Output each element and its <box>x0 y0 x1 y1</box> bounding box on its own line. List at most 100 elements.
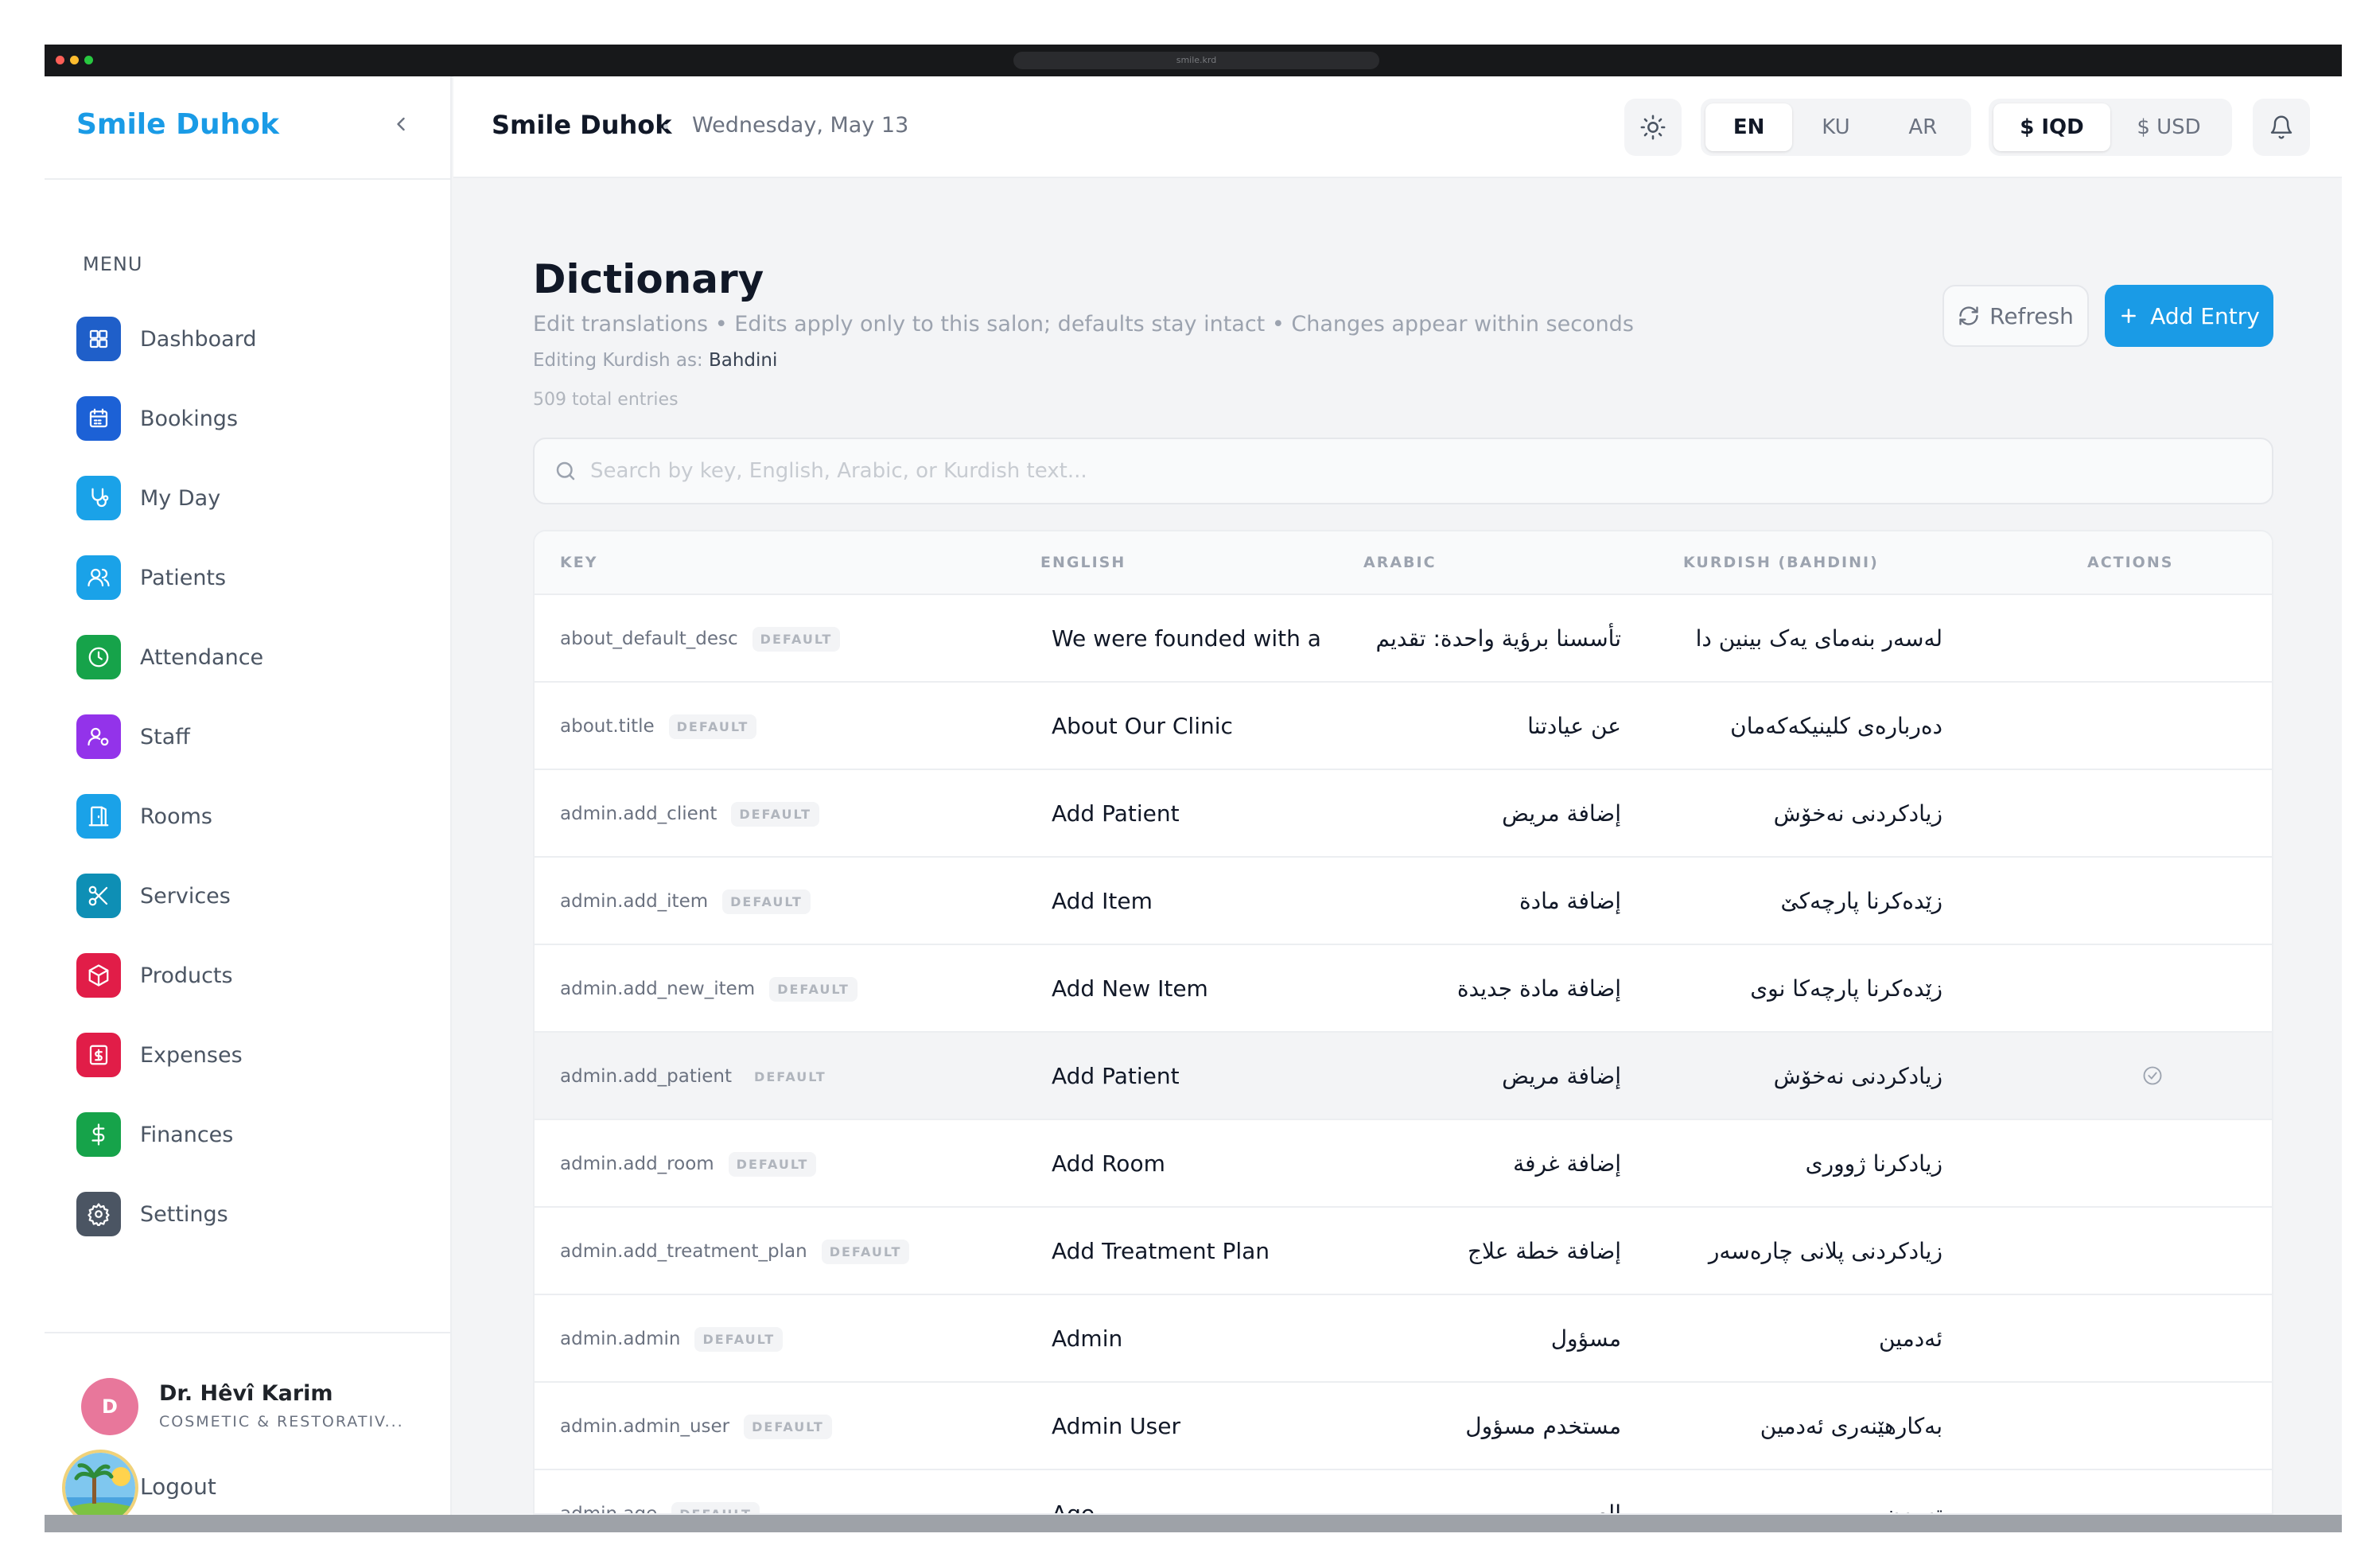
editing-dialect-info: Editing Kurdish as: Bahdini <box>533 350 777 371</box>
table-row[interactable]: admin.add_treatment_plan DEFAULT Add Treat… <box>535 1208 2272 1295</box>
collapse-sidebar-button[interactable] <box>382 105 420 143</box>
grid-icon <box>76 317 121 361</box>
sidebar-item-dashboard[interactable]: Dashboard <box>76 299 426 379</box>
url-bar[interactable]: smile.krd <box>1013 52 1379 69</box>
arabic-text[interactable]: مستخدم مسؤول <box>1465 1383 1621 1470</box>
lang-en-button[interactable]: EN <box>1705 103 1793 151</box>
entry-key: admin.add_patient <box>560 1066 733 1087</box>
sidebar-item-products[interactable]: Products <box>76 936 426 1015</box>
entry-key: admin.admin_user <box>560 1416 730 1437</box>
kurdish-text[interactable]: زێدەکرنا پارچەکا نوی <box>1750 945 1942 1033</box>
divider <box>45 178 452 180</box>
sidebar-item-patients[interactable]: Patients <box>76 538 426 617</box>
entry-key: admin.add_new_item <box>560 979 756 999</box>
english-text[interactable]: Add New Item <box>1052 945 1208 1033</box>
kurdish-text[interactable]: زیادکردنی نەخۆش <box>1774 1033 1942 1120</box>
table-row[interactable]: about.title DEFAULT About Our Clinic عن عيا… <box>535 683 2272 770</box>
kurdish-text[interactable]: زیادکرنا ژووری <box>1806 1120 1942 1208</box>
english-text[interactable]: Add Treatment Plan <box>1052 1208 1270 1295</box>
sidebar-item-label: Bookings <box>140 406 239 431</box>
sidebar-item-services[interactable]: Services <box>76 856 426 936</box>
kurdish-text[interactable]: زیادکردنی نەخۆش <box>1774 770 1942 858</box>
entry-key: admin.add_room <box>560 1154 714 1174</box>
calendar-icon <box>76 396 121 441</box>
sidebar-item-expenses[interactable]: Expenses <box>76 1015 426 1095</box>
search-icon <box>556 461 575 481</box>
english-text[interactable]: Add Patient <box>1052 1033 1180 1120</box>
table-row[interactable]: admin.add_item DEFAULT Add Item إضافة مادة ز… <box>535 858 2272 945</box>
table-row[interactable]: admin.add_patient DEFAULT Add Patient إضافة… <box>535 1033 2272 1120</box>
english-text[interactable]: About Our Clinic <box>1052 683 1233 770</box>
user-cog-icon <box>76 714 121 759</box>
english-text[interactable]: Admin <box>1052 1295 1122 1383</box>
lang-ku-button[interactable]: KU <box>1792 103 1879 151</box>
column-header-key[interactable]: KEY <box>560 554 597 571</box>
maximize-window-button[interactable] <box>84 56 93 64</box>
sidebar-item-finances[interactable]: Finances <box>76 1095 426 1174</box>
kurdish-text[interactable]: زیادکردنی پلانی چارەسەر <box>1709 1208 1942 1295</box>
arabic-text[interactable]: إضافة مادة جديدة <box>1457 945 1621 1033</box>
table-row[interactable]: about_default_desc DEFAULT We were founded… <box>535 595 2272 683</box>
default-badge: DEFAULT <box>668 714 757 739</box>
arabic-text[interactable]: تأسسنا برؤية واحدة: تقديم <box>1375 595 1621 683</box>
kurdish-text[interactable]: بەکارهێنەری ئەدمین <box>1760 1383 1942 1470</box>
sidebar-item-attendance[interactable]: Attendance <box>76 617 426 697</box>
english-text[interactable]: Age <box>1052 1470 1095 1513</box>
kurdish-text[interactable]: زێدەکرنا پارچەکێ <box>1780 858 1942 945</box>
english-text[interactable]: We were founded with a <box>1052 595 1321 683</box>
kurdish-text[interactable]: دەربارەی کلینیکەکەمان <box>1730 683 1942 770</box>
sidebar-item-staff[interactable]: Staff <box>76 697 426 776</box>
arabic-text[interactable]: إضافة مريض <box>1502 770 1621 858</box>
language-switcher: EN KU AR <box>1701 99 1971 156</box>
table-row[interactable]: admin.admin DEFAULT Admin مسؤول ئەدمین <box>535 1295 2272 1383</box>
dollar-icon <box>76 1112 121 1157</box>
table-row[interactable]: admin.admin_user DEFAULT Admin User مستخدم … <box>535 1383 2272 1470</box>
refresh-button[interactable]: Refresh <box>1942 285 2089 347</box>
close-window-button[interactable] <box>56 56 64 64</box>
currency-switcher: $ IQD $ USD <box>1989 99 2232 156</box>
currency-usd-button[interactable]: $ USD <box>2110 103 2227 151</box>
sidebar-item-my-day[interactable]: My Day <box>76 458 426 538</box>
table-row[interactable]: admin.add_room DEFAULT Add Room إضافة غرفة ز… <box>535 1120 2272 1208</box>
kurdish-text[interactable]: تەمەن <box>1884 1470 1942 1513</box>
english-text[interactable]: Add Item <box>1052 858 1153 945</box>
column-header-arabic[interactable]: ARABIC <box>1363 554 1437 571</box>
arabic-text[interactable]: إضافة مادة <box>1519 858 1621 945</box>
logout-button[interactable]: Logout <box>140 1473 216 1500</box>
arabic-text[interactable]: إضافة مريض <box>1502 1033 1621 1120</box>
column-header-english[interactable]: ENGLISH <box>1040 554 1126 571</box>
column-header-kurdish[interactable]: KURDISH (BAHDINI) <box>1683 554 1879 571</box>
english-text[interactable]: Add Room <box>1052 1120 1165 1208</box>
add-entry-button[interactable]: Add Entry <box>2105 285 2273 347</box>
table-row[interactable]: admin.add_new_item DEFAULT Add New Item إضا… <box>535 945 2272 1033</box>
arabic-text[interactable]: عن عيادتنا <box>1527 683 1621 770</box>
arabic-text[interactable]: إضافة خطة علاج <box>1468 1208 1621 1295</box>
arabic-text[interactable]: مسؤول <box>1551 1295 1621 1383</box>
divider <box>45 1332 452 1333</box>
table-row[interactable]: admin.add_client DEFAULT Add Patient إضافة … <box>535 770 2272 858</box>
check-circle-icon[interactable] <box>2140 1063 2165 1088</box>
refresh-label: Refresh <box>1989 302 2074 329</box>
english-text[interactable]: Add Patient <box>1052 770 1180 858</box>
entry-key: admin.age <box>560 1504 658 1515</box>
user-role: COSMETIC & RESTORATIV... <box>159 1413 404 1430</box>
lang-ar-button[interactable]: AR <box>1880 103 1966 151</box>
arabic-text[interactable]: إضافة غرفة <box>1513 1120 1621 1208</box>
brand-logo-text[interactable]: Smile Duhok <box>76 108 279 141</box>
kurdish-text[interactable]: ئەدمین <box>1879 1295 1942 1383</box>
arabic-text[interactable]: العمر <box>1573 1470 1621 1513</box>
chevron-left-icon <box>397 117 405 131</box>
sidebar-item-bookings[interactable]: Bookings <box>76 379 426 458</box>
minimize-window-button[interactable] <box>70 56 79 64</box>
english-text[interactable]: Admin User <box>1052 1383 1180 1470</box>
avatar[interactable]: D <box>81 1378 138 1435</box>
sidebar-item-settings[interactable]: Settings <box>76 1174 426 1254</box>
table-row[interactable]: admin.age DEFAULT Age العمر تەمەن <box>535 1470 2272 1515</box>
key-cell: admin.add_item DEFAULT <box>560 858 811 945</box>
kurdish-text[interactable]: لەسەر بنەمای یەک بینین دا <box>1696 595 1942 683</box>
currency-iqd-button[interactable]: $ IQD <box>1993 103 2110 151</box>
sidebar-item-rooms[interactable]: Rooms <box>76 776 426 856</box>
search-input[interactable] <box>590 459 2272 483</box>
notifications-button[interactable] <box>2253 99 2310 156</box>
theme-toggle-button[interactable] <box>1624 99 1682 156</box>
